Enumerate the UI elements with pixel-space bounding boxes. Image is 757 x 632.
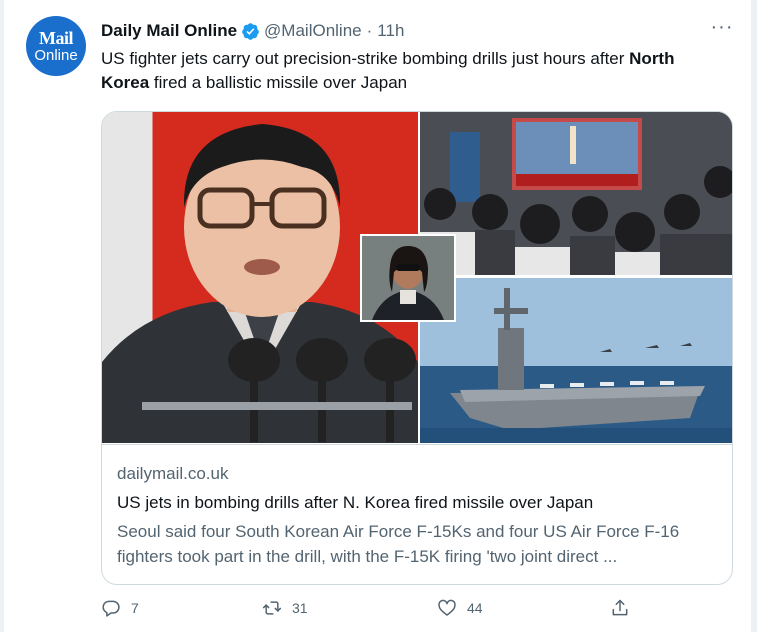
heart-icon: [438, 599, 456, 616]
more-options-icon[interactable]: ···: [710, 17, 734, 42]
tweet-text-part2: fired a ballistic missile over Japan: [149, 73, 408, 92]
link-info[interactable]: dailymail.co.uk US jets in bombing drill…: [102, 444, 732, 584]
link-domain: dailymail.co.uk: [117, 464, 229, 483]
reply-count: 7: [131, 600, 139, 616]
avatar-logo-line2: Online: [34, 47, 78, 64]
retweet-icon: [262, 601, 282, 615]
author-name[interactable]: Daily Mail Online: [101, 21, 237, 41]
kamala-harris-inset-photo: [360, 234, 456, 322]
share-button[interactable]: [610, 598, 630, 618]
retweet-button[interactable]: 31: [262, 598, 308, 618]
retweet-count: 31: [292, 600, 308, 616]
verified-badge-icon: [242, 22, 259, 40]
share-icon: [612, 599, 628, 616]
link-card[interactable]: dailymail.co.uk US jets in bombing drill…: [101, 111, 733, 585]
like-count: 44: [467, 600, 483, 616]
link-title: US jets in bombing drills after N. Korea…: [117, 493, 594, 512]
tweet-text-part1: US fighter jets carry out precision-stri…: [101, 49, 630, 68]
page-frame-left: [0, 0, 4, 632]
tweet-actions: 7 31 44: [101, 598, 633, 626]
avatar-logo-line1: Mail: [39, 28, 74, 48]
aircraft-carrier-photo: [420, 278, 732, 443]
avatar[interactable]: Mail Online: [26, 16, 86, 76]
tv-news-crowd-photo: [420, 112, 732, 275]
card-media[interactable]: [102, 112, 732, 443]
reply-icon: [102, 600, 120, 617]
link-description: Seoul said four South Korean Air Force F…: [117, 522, 680, 566]
reply-button[interactable]: 7: [101, 598, 139, 618]
tweet-header: Daily Mail Online @MailOnline · 11h: [101, 20, 404, 42]
separator-dot: ·: [366, 21, 373, 40]
tweet-text: US fighter jets carry out precision-stri…: [101, 47, 721, 95]
tweet-time[interactable]: 11h: [377, 21, 404, 41]
page-frame-right: [751, 0, 757, 632]
like-button[interactable]: 44: [437, 598, 483, 618]
author-handle[interactable]: @MailOnline: [264, 21, 362, 41]
